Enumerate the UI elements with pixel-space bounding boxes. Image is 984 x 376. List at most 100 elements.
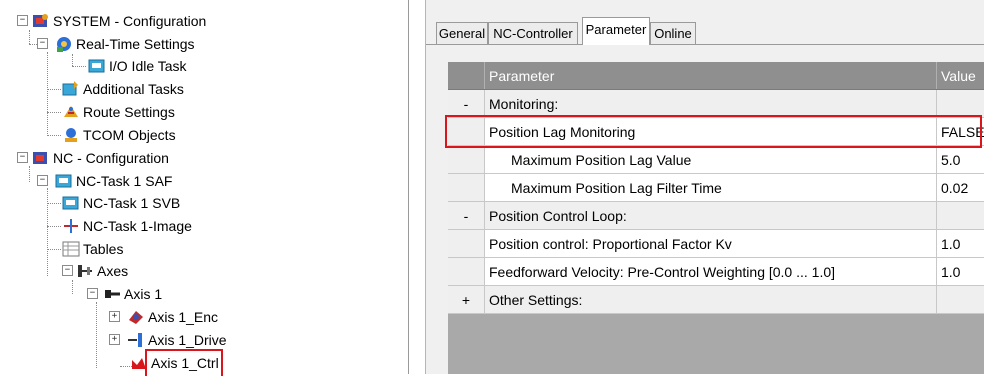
tree-item-label: Axes — [97, 263, 129, 279]
group-collapse-button[interactable]: - — [448, 90, 485, 117]
collapse-toggle[interactable]: − — [37, 175, 48, 186]
tree-item-label: Real-Time Settings — [76, 36, 195, 52]
task-icon — [88, 57, 106, 75]
tree-item-io-idle-task[interactable]: I/O Idle Task — [88, 55, 187, 77]
table-row[interactable]: - Position Control Loop: — [448, 202, 984, 230]
tree-item-label: NC - Configuration — [53, 150, 169, 166]
table-row[interactable]: Maximum Position Lag Filter Time 0.02 — [448, 174, 984, 202]
tree-item-route-settings[interactable]: Route Settings — [62, 101, 175, 123]
image-icon — [62, 217, 80, 235]
table-row[interactable]: + Other Settings: — [448, 286, 984, 314]
route-settings-icon — [62, 103, 80, 121]
tree-item-nc-task-1-image[interactable]: NC-Task 1-Image — [62, 215, 192, 237]
tree-item-additional-tasks[interactable]: Additional Tasks — [62, 78, 184, 100]
drive-icon — [127, 331, 145, 349]
grid-header-spacer — [448, 62, 485, 89]
highlight-box — [445, 115, 982, 148]
task-icon — [62, 194, 80, 212]
tree-item-axis-1-drive[interactable]: + Axis 1_Drive — [0, 329, 227, 351]
tree-item-axis-1[interactable]: − Axis 1 — [0, 283, 162, 305]
table-row[interactable]: Feedforward Velocity: Pre-Control Weight… — [448, 258, 984, 286]
task-icon — [55, 172, 73, 190]
collapse-toggle[interactable]: − — [37, 38, 48, 49]
row-name: Other Settings: — [485, 286, 937, 313]
parameter-grid: Parameter Value - Monitoring: Position L… — [448, 62, 984, 374]
tree-line — [47, 89, 61, 90]
tab-divider — [426, 44, 984, 45]
tree-item-label: Axis 1_Enc — [148, 309, 219, 325]
tree-item-nc-task-1-svb[interactable]: NC-Task 1 SVB — [62, 192, 180, 214]
tree-line — [47, 203, 61, 204]
tab-online[interactable]: Online — [650, 22, 696, 44]
table-row[interactable]: Maximum Position Lag Value 5.0 — [448, 146, 984, 174]
tree-item-label: TCOM Objects — [83, 127, 176, 143]
column-header-value[interactable]: Value — [937, 62, 984, 89]
expand-toggle[interactable]: + — [109, 334, 120, 345]
properties-panel: General NC-Controller Parameter Online P… — [425, 0, 984, 374]
splitter[interactable] — [409, 0, 425, 374]
axes-icon — [76, 262, 94, 280]
tree-line — [47, 112, 61, 113]
row-spacer — [448, 230, 485, 257]
tree-item-axes[interactable]: − Axes — [0, 260, 128, 282]
tree-item-label: NC-Task 1 SAF — [76, 173, 173, 189]
expand-toggle[interactable]: + — [109, 311, 120, 322]
additional-tasks-icon — [62, 80, 80, 98]
row-value[interactable]: 5.0 — [937, 146, 984, 173]
realtime-settings-icon — [55, 35, 73, 53]
axis-icon — [103, 285, 121, 303]
system-config-icon — [32, 12, 50, 30]
tree-line — [72, 54, 73, 66]
collapse-toggle[interactable]: − — [17, 152, 28, 163]
row-value[interactable] — [937, 286, 984, 313]
table-row[interactable]: Position control: Proportional Factor Kv… — [448, 230, 984, 258]
tree-item-system-configuration[interactable]: − SYSTEM - Configuration — [0, 10, 206, 32]
row-value[interactable]: 1.0 — [937, 230, 984, 257]
collapse-toggle[interactable]: − — [87, 288, 98, 299]
nc-config-icon — [32, 149, 50, 167]
tables-icon — [62, 240, 80, 258]
tree-line — [47, 226, 61, 227]
row-spacer — [448, 258, 485, 285]
tab-parameter[interactable]: Parameter — [582, 17, 650, 45]
group-collapse-button[interactable]: - — [448, 202, 485, 229]
row-value[interactable]: 0.02 — [937, 174, 984, 201]
row-name: Maximum Position Lag Filter Time — [485, 174, 937, 201]
tree-item-nc-configuration[interactable]: − NC - Configuration — [0, 147, 169, 169]
column-header-parameter[interactable]: Parameter — [485, 62, 937, 89]
row-spacer — [448, 174, 485, 201]
tree-item-real-time-settings[interactable]: − Real-Time Settings — [0, 33, 195, 55]
tree-line — [47, 52, 48, 136]
tree-item-axis-1-enc[interactable]: + Axis 1_Enc — [0, 306, 218, 328]
tree-item-tcom-objects[interactable]: TCOM Objects — [62, 124, 176, 146]
tree-item-label: Additional Tasks — [83, 81, 184, 97]
row-value[interactable]: 1.0 — [937, 258, 984, 285]
row-value[interactable] — [937, 90, 984, 117]
tree-line — [47, 135, 61, 136]
group-expand-button[interactable]: + — [448, 286, 485, 313]
solution-tree: − SYSTEM - Configuration − Real-Time Set… — [0, 0, 409, 376]
collapse-toggle[interactable]: − — [17, 15, 28, 26]
collapse-toggle[interactable]: − — [62, 265, 73, 276]
row-name: Monitoring: — [485, 90, 937, 117]
row-name: Position control: Proportional Factor Kv — [485, 230, 937, 257]
tab-general[interactable]: General — [436, 22, 488, 44]
table-row[interactable]: - Monitoring: — [448, 90, 984, 118]
tree-item-label: Axis 1 — [124, 286, 163, 302]
grid-header-row: Parameter Value — [448, 62, 984, 90]
row-value[interactable] — [937, 202, 984, 229]
highlight-box — [145, 349, 223, 376]
row-name: Maximum Position Lag Value — [485, 146, 937, 173]
tree-item-label: I/O Idle Task — [109, 58, 187, 74]
tree-item-label: Tables — [83, 241, 124, 257]
tree-item-label: Route Settings — [83, 104, 175, 120]
tree-item-label: NC-Task 1 SVB — [83, 195, 181, 211]
tab-nc-controller[interactable]: NC-Controller — [488, 22, 578, 44]
row-name: Position Control Loop: — [485, 202, 937, 229]
tree-item-tables[interactable]: Tables — [62, 238, 123, 260]
row-name: Feedforward Velocity: Pre-Control Weight… — [485, 258, 937, 285]
tree-item-label: SYSTEM - Configuration — [53, 13, 207, 29]
tree-line — [72, 66, 86, 67]
row-spacer — [448, 146, 485, 173]
tree-item-nc-task-1-saf[interactable]: − NC-Task 1 SAF — [0, 170, 172, 192]
